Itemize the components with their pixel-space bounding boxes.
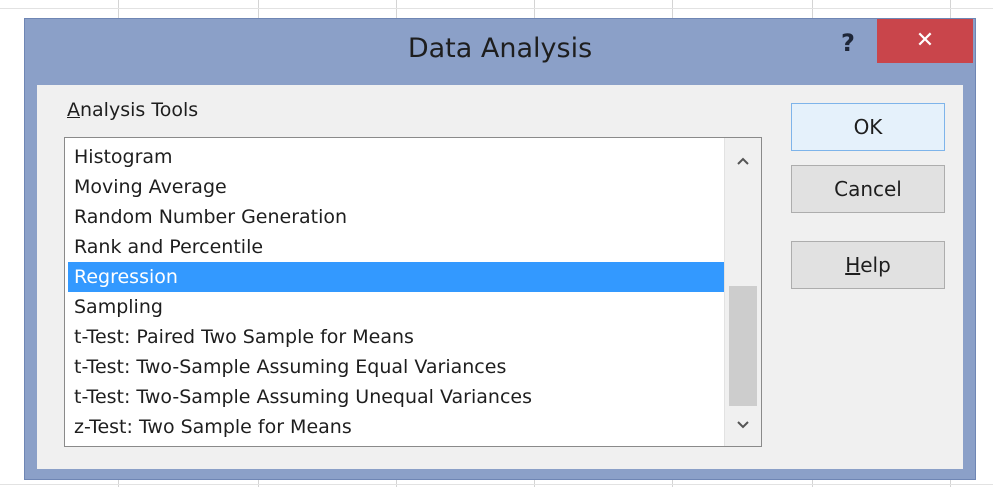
question-mark-icon[interactable]: ?: [835, 29, 861, 59]
list-item[interactable]: Rank and Percentile: [68, 232, 724, 262]
list-item[interactable]: Random Number Generation: [68, 202, 724, 232]
help-button-label: elp: [860, 253, 891, 277]
help-button[interactable]: Help: [791, 241, 945, 289]
close-button[interactable]: ✕: [877, 19, 973, 63]
scroll-up-button[interactable]: [725, 144, 761, 178]
scroll-thumb[interactable]: [729, 286, 757, 406]
list-item[interactable]: t-Test: Two-Sample Assuming Unequal Vari…: [68, 382, 724, 412]
data-analysis-dialog: Data Analysis ? ✕ Analysis Tools Histogr…: [24, 18, 976, 480]
accelerator-key: H: [845, 253, 861, 277]
chevron-down-icon: [737, 421, 749, 429]
list-scrollbar[interactable]: [724, 138, 761, 446]
chevron-up-icon: [737, 157, 749, 165]
analysis-tools-label: Analysis Tools: [67, 99, 198, 121]
dialog-title: Data Analysis: [407, 33, 593, 64]
scroll-down-button[interactable]: [725, 408, 761, 442]
list-item[interactable]: Sampling: [68, 292, 724, 322]
cancel-button[interactable]: Cancel: [791, 165, 945, 213]
list-item[interactable]: t-Test: Two-Sample Assuming Equal Varian…: [68, 352, 724, 382]
list-item[interactable]: t-Test: Paired Two Sample for Means: [68, 322, 724, 352]
list-item-selected[interactable]: Regression: [68, 262, 724, 292]
grid-line: [0, 8, 993, 9]
label-text: nalysis Tools: [80, 99, 199, 121]
accelerator-key: A: [67, 99, 80, 121]
close-icon: ✕: [915, 28, 935, 53]
ok-button[interactable]: OK: [791, 103, 945, 151]
analysis-tools-list[interactable]: Histogram Moving Average Random Number G…: [64, 137, 762, 447]
grid-line: [0, 484, 993, 485]
list-item[interactable]: Moving Average: [68, 172, 724, 202]
title-bar[interactable]: Data Analysis ? ✕: [25, 19, 975, 85]
dialog-body: Analysis Tools Histogram Moving Average …: [37, 85, 963, 469]
list-item[interactable]: Histogram: [68, 142, 724, 172]
list-item[interactable]: z-Test: Two Sample for Means: [68, 412, 724, 442]
